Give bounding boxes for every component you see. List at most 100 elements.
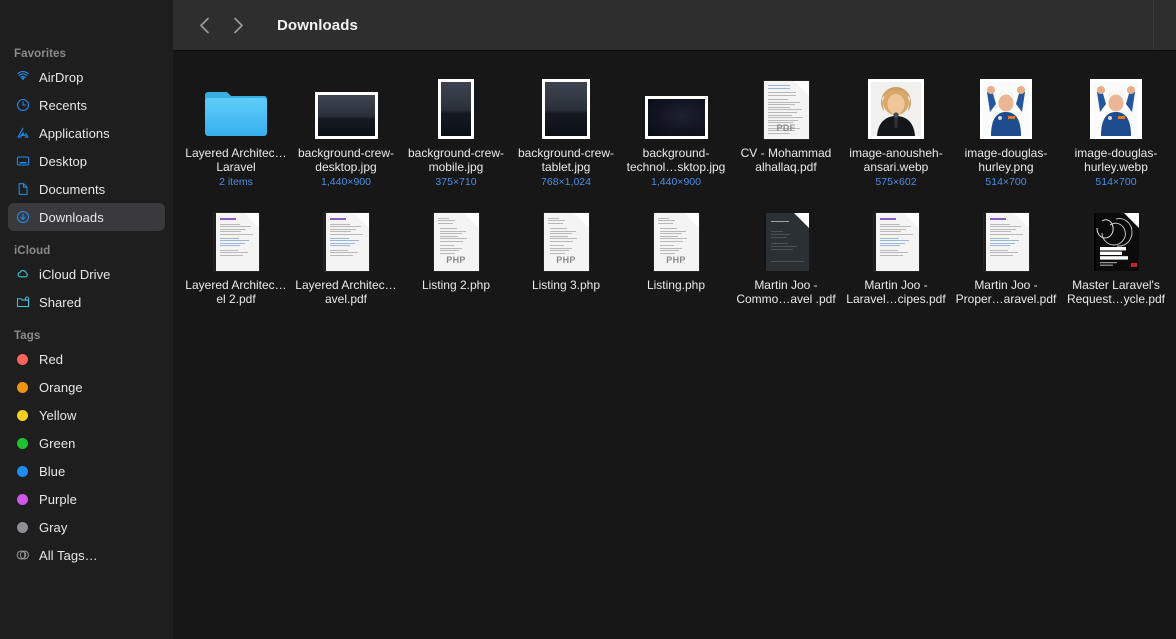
file-name-label: image-anousheh-ansari.webp <box>849 146 943 174</box>
sidebar-item-red[interactable]: Red <box>8 345 165 373</box>
file-item[interactable]: background-crew-tablet.jpg 768×1,024 <box>511 65 621 189</box>
file-item[interactable]: image-douglas-hurley.png 514×700 <box>951 65 1061 189</box>
chevron-left-icon <box>199 17 209 33</box>
image-thumbnail <box>644 96 708 139</box>
sidebar-item-gray[interactable]: Gray <box>8 513 165 541</box>
portrait-photo <box>983 82 1029 136</box>
sidebar-item-label: Desktop <box>39 153 88 169</box>
cloud-icon <box>17 270 28 278</box>
sidebar-item-label: Purple <box>39 491 77 507</box>
sidebar-item-applications[interactable]: Applications <box>8 119 165 147</box>
file-item[interactable]: Layered Architec…avel.pdf <box>291 197 401 306</box>
tag-dot-icon <box>14 435 31 452</box>
cloud-icon <box>14 266 31 283</box>
file-item[interactable]: Martin Joo - Laravel…cipes.pdf <box>841 197 951 306</box>
file-name-label: CV - Mohammad alhallaq.pdf <box>740 146 832 174</box>
tag-dot-icon <box>14 463 31 480</box>
sidebar-item-downloads[interactable]: Downloads <box>8 203 165 231</box>
file-name-label: Listing.php <box>646 278 706 292</box>
sidebar-item-all-tags[interactable]: All Tags… <box>8 541 165 569</box>
file-item[interactable]: Layered Architec…el 2.pdf <box>181 197 291 306</box>
file-item[interactable]: PDF CV - Mohammad alhallaq.pdf <box>731 65 841 189</box>
pdf-document-icon: PDF <box>763 81 809 139</box>
sidebar-item-label: iCloud Drive <box>39 266 111 282</box>
php-file-icon: PHP <box>543 213 589 271</box>
tag-dot-icon <box>14 519 31 536</box>
file-thumbnail <box>951 65 1061 139</box>
php-badge: PHP <box>666 255 686 265</box>
sidebar-item-purple[interactable]: Purple <box>8 485 165 513</box>
file-item[interactable]: Martin Joo - Proper…aravel.pdf <box>951 197 1061 306</box>
book-cover-thumbnail <box>1093 213 1139 271</box>
sidebar-item-label: Documents <box>39 181 106 197</box>
sidebar-item-label: Shared <box>39 294 82 310</box>
portrait-photo <box>871 82 921 136</box>
sidebar-group-title: Favorites <box>14 48 67 60</box>
file-item[interactable]: Martin Joo - Commo…avel .pdf <box>731 197 841 306</box>
page-title: Downloads <box>277 16 358 34</box>
sidebar-item-orange[interactable]: Orange <box>8 373 165 401</box>
file-thumbnail <box>1061 65 1171 139</box>
file-thumbnail <box>291 65 401 139</box>
file-name-label: Listing 3.php <box>531 278 601 292</box>
sidebar-group-favorites: Favorites AirDrop Recents Applications Deskt… <box>0 48 173 231</box>
file-meta-label: 575×602 <box>875 176 917 188</box>
image-thumbnail <box>314 92 378 139</box>
airdrop-icon <box>14 69 31 86</box>
sidebar-item-label: All Tags… <box>39 547 98 563</box>
back-button[interactable] <box>189 11 219 39</box>
file-thumbnail <box>291 197 401 271</box>
sidebar-item-airdrop[interactable]: AirDrop <box>8 63 165 91</box>
forward-button[interactable] <box>223 11 253 39</box>
file-name-label: Martin Joo - Proper…aravel.pdf <box>955 278 1057 306</box>
sidebar-item-documents[interactable]: Documents <box>8 175 165 203</box>
sidebar-group-title: iCloud <box>14 245 51 257</box>
file-thumbnail <box>511 65 621 139</box>
sidebar-item-label: Blue <box>39 463 66 479</box>
sidebar-item-blue[interactable]: Blue <box>8 457 165 485</box>
toolbar: Downloads <box>173 0 1176 51</box>
file-item[interactable]: background-technol…sktop.jpg 1,440×900 <box>621 65 731 189</box>
sidebar: Favorites AirDrop Recents Applications Deskt… <box>0 0 173 639</box>
sidebar-item-label: Green <box>39 435 76 451</box>
file-item[interactable]: PHP Listing.php <box>621 197 731 306</box>
tag-dot-icon <box>14 491 31 508</box>
portrait-photo <box>1093 82 1139 136</box>
file-meta-label: 514×700 <box>985 176 1027 188</box>
php-badge: PHP <box>446 255 466 265</box>
sidebar-item-label: Gray <box>39 519 68 535</box>
sidebar-item-yellow[interactable]: Yellow <box>8 401 165 429</box>
file-thumbnail: PHP <box>621 197 731 271</box>
file-name-label: image-douglas-hurley.png <box>964 146 1048 174</box>
pdf-document-icon <box>873 213 919 271</box>
file-item[interactable]: image-anousheh-ansari.webp 575×602 <box>841 65 951 189</box>
clock-icon <box>14 97 31 114</box>
sidebar-group-title: Tags <box>14 330 41 342</box>
document-icon <box>18 183 28 195</box>
chevron-right-icon <box>233 17 243 33</box>
file-item[interactable]: Master Laravel's Request…ycle.pdf <box>1061 197 1171 306</box>
sidebar-item-label: Recents <box>39 97 88 113</box>
sidebar-item-green[interactable]: Green <box>8 429 165 457</box>
file-thumbnail <box>841 197 951 271</box>
php-badge: PHP <box>556 255 576 265</box>
image-thumbnail <box>980 79 1032 139</box>
sidebar-item-icloud-drive[interactable]: iCloud Drive <box>8 260 165 288</box>
clock-icon <box>16 98 29 112</box>
file-name-label: Master Laravel's Request…ycle.pdf <box>1066 278 1166 306</box>
shared-folder-icon <box>14 294 31 311</box>
file-item[interactable]: Layered Architec…Laravel 2 items <box>181 65 291 189</box>
file-item[interactable]: PHP Listing 3.php <box>511 197 621 306</box>
file-item[interactable]: background-crew-mobile.jpg 375×710 <box>401 65 511 189</box>
file-name-label: Layered Architec…el 2.pdf <box>185 278 287 306</box>
file-item[interactable]: image-douglas-hurley.webp 514×700 <box>1061 65 1171 189</box>
file-name-label: background-crew-tablet.jpg <box>517 146 615 174</box>
file-meta-label: 2 items <box>219 176 253 188</box>
file-item[interactable]: background-crew-desktop.jpg 1,440×900 <box>291 65 401 189</box>
sidebar-item-recents[interactable]: Recents <box>8 91 165 119</box>
sidebar-item-desktop[interactable]: Desktop <box>8 147 165 175</box>
sidebar-item-shared[interactable]: Shared <box>8 288 165 316</box>
file-item[interactable]: PHP Listing 2.php <box>401 197 511 306</box>
sidebar-group-icloud: iCloud iCloud Drive Shared <box>0 245 173 316</box>
tag-dot-icon <box>14 407 31 424</box>
